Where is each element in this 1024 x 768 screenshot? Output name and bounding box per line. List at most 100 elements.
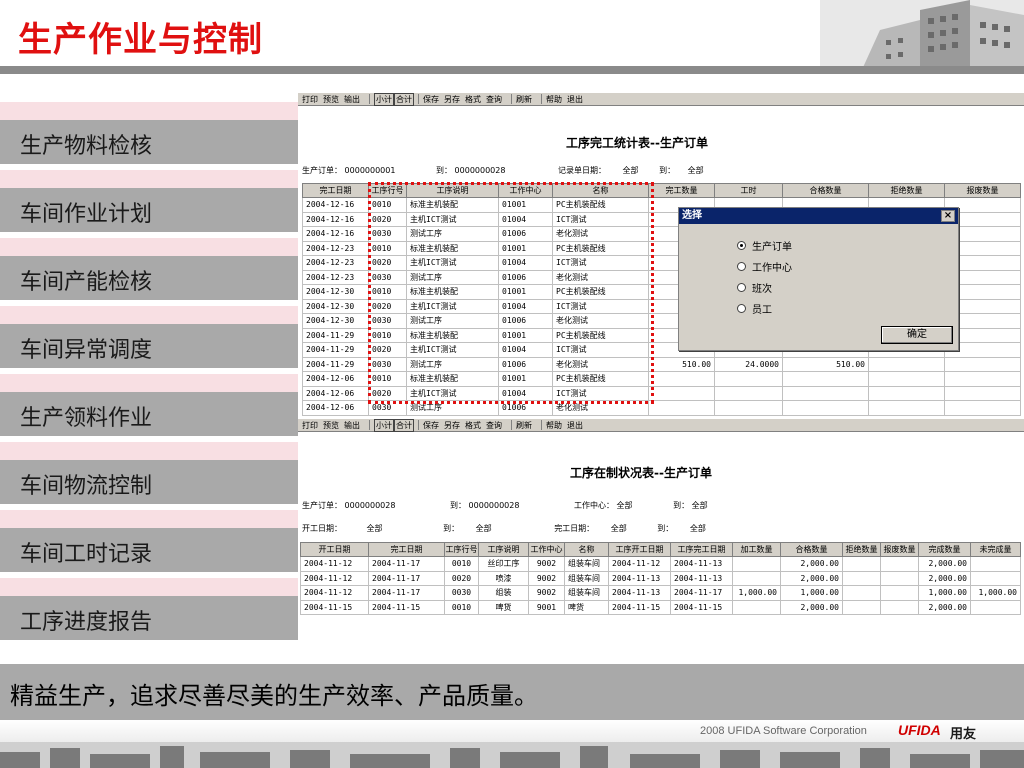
column-header[interactable]: 合格数量 bbox=[780, 542, 843, 557]
column-header[interactable]: 完工数量 bbox=[648, 183, 715, 198]
report-toolbar-top: 打印 预览 输出 小计 合计 保存 另存 格式 查询 刷新 帮助 退出 bbox=[298, 92, 1024, 106]
print-button[interactable]: 打印 bbox=[302, 420, 318, 431]
table-cell bbox=[944, 385, 1021, 401]
table-cell: 2004-12-16 bbox=[302, 211, 369, 227]
save-as-button[interactable]: 另存 bbox=[444, 94, 460, 105]
radio-employee[interactable]: 员工 bbox=[737, 301, 772, 316]
table-cell: 2,000.00 bbox=[918, 570, 971, 586]
column-header[interactable]: 工序开工日期 bbox=[608, 542, 671, 557]
table-row[interactable]: 2004-11-29 0030 测试工序 01006 老化测试 510.00 24.0000… bbox=[302, 356, 1021, 372]
help-button[interactable]: 帮助 bbox=[546, 94, 562, 105]
column-header[interactable]: 报废数量 bbox=[944, 183, 1021, 198]
table-cell: 01001 bbox=[498, 371, 553, 387]
column-header[interactable]: 名称 bbox=[564, 542, 609, 557]
column-header[interactable]: 完工日期 bbox=[302, 183, 369, 198]
print-button[interactable]: 打印 bbox=[302, 94, 318, 105]
column-header[interactable]: 名称 bbox=[552, 183, 649, 198]
table-cell: 测试工序 bbox=[406, 269, 499, 285]
sidebar-item-progress-report[interactable]: 工序进度报告 bbox=[0, 578, 298, 646]
column-header[interactable]: 报废数量 bbox=[880, 542, 919, 557]
sidebar-item-material-issue[interactable]: 生产领料作业 bbox=[0, 374, 298, 442]
column-header[interactable]: 完成数量 bbox=[918, 542, 971, 557]
refresh-button[interactable]: 刷新 bbox=[516, 94, 532, 105]
total-button[interactable]: 合计 bbox=[394, 418, 414, 432]
table-cell bbox=[648, 400, 715, 416]
column-header[interactable]: 开工日期 bbox=[300, 542, 369, 557]
table-cell bbox=[868, 400, 945, 416]
table-cell bbox=[868, 371, 945, 387]
table-row[interactable]: 2004-12-06 0010 标准主机装配 01001 PC主机装配线 bbox=[302, 371, 1021, 387]
table-cell bbox=[944, 371, 1021, 387]
preview-button[interactable]: 预览 bbox=[323, 420, 339, 431]
sidebar-item-exception-dispatch[interactable]: 车间异常调度 bbox=[0, 306, 298, 374]
column-header[interactable]: 工时 bbox=[714, 183, 783, 198]
column-header[interactable]: 拒绝数量 bbox=[842, 542, 881, 557]
export-button[interactable]: 输出 bbox=[344, 94, 360, 105]
sidebar-item-labor-hours[interactable]: 车间工时记录 bbox=[0, 510, 298, 578]
format-button[interactable]: 格式 bbox=[465, 420, 481, 431]
save-button[interactable]: 保存 bbox=[423, 420, 439, 431]
column-header[interactable]: 未完成量 bbox=[970, 542, 1021, 557]
column-header[interactable]: 工序行号 bbox=[368, 183, 407, 198]
preview-button[interactable]: 预览 bbox=[323, 94, 339, 105]
format-button[interactable]: 格式 bbox=[465, 94, 481, 105]
query-button[interactable]: 查询 bbox=[486, 420, 502, 431]
table-cell: 标准主机装配 bbox=[406, 327, 499, 343]
query-button[interactable]: 查询 bbox=[486, 94, 502, 105]
table-row[interactable]: 2004-12-06 0020 主机ICT测试 01004 ICT测试 bbox=[302, 385, 1021, 401]
sidebar-item-capacity-check[interactable]: 车间产能检核 bbox=[0, 238, 298, 306]
report2-title: 工序在制状况表--生产订单 bbox=[570, 466, 712, 480]
exit-button[interactable]: 退出 bbox=[567, 94, 583, 105]
table-row[interactable]: 2004-12-06 0030 测试工序 01006 老化测试 bbox=[302, 400, 1021, 416]
table-cell: 0010 bbox=[368, 284, 407, 300]
refresh-button[interactable]: 刷新 bbox=[516, 420, 532, 431]
subtotal-button[interactable]: 小计 bbox=[374, 418, 394, 432]
close-icon[interactable]: × bbox=[941, 210, 955, 222]
table-cell: 0020 bbox=[368, 211, 407, 227]
table-cell bbox=[944, 356, 1021, 372]
sidebar-item-logistics-control[interactable]: 车间物流控制 bbox=[0, 442, 298, 510]
table-cell bbox=[732, 599, 781, 615]
table-row[interactable]: 2004-11-12 2004-11-17 0020 喷漆 9002 组装车间 2004-1… bbox=[300, 570, 1021, 586]
table-cell: 2004-12-16 bbox=[302, 197, 369, 213]
exit-button[interactable]: 退出 bbox=[567, 420, 583, 431]
table-cell: 0010 bbox=[368, 197, 407, 213]
table-row[interactable]: 2004-11-12 2004-11-17 0010 丝印工序 9002 组装车间 2004… bbox=[300, 556, 1021, 572]
table-cell: 主机ICT测试 bbox=[406, 342, 499, 358]
column-header[interactable]: 工序说明 bbox=[478, 542, 529, 557]
total-button[interactable]: 合计 bbox=[394, 92, 414, 106]
radio-shift[interactable]: 班次 bbox=[737, 280, 772, 295]
column-header[interactable]: 加工数量 bbox=[732, 542, 781, 557]
export-button[interactable]: 输出 bbox=[344, 420, 360, 431]
sidebar-item-workshop-plan[interactable]: 车间作业计划 bbox=[0, 170, 298, 238]
column-header[interactable]: 拒绝数量 bbox=[868, 183, 945, 198]
table-cell: 2,000.00 bbox=[780, 570, 843, 586]
sidebar-item-material-check[interactable]: 生产物料检核 bbox=[0, 102, 298, 170]
column-header[interactable]: 工作中心 bbox=[498, 183, 553, 198]
table-cell: 01004 bbox=[498, 385, 553, 401]
table-cell: 2004-12-06 bbox=[302, 371, 369, 387]
table-row[interactable]: 2004-11-15 2004-11-15 0010 啤货 9001 啤货 2004-11-… bbox=[300, 599, 1021, 615]
column-header[interactable]: 工序说明 bbox=[406, 183, 499, 198]
table-cell: 0020 bbox=[444, 570, 479, 586]
save-button[interactable]: 保存 bbox=[423, 94, 439, 105]
save-as-button[interactable]: 另存 bbox=[444, 420, 460, 431]
column-header[interactable]: 完工日期 bbox=[368, 542, 445, 557]
table-cell bbox=[868, 356, 945, 372]
column-header[interactable]: 工序完工日期 bbox=[670, 542, 733, 557]
help-button[interactable]: 帮助 bbox=[546, 420, 562, 431]
column-header[interactable]: 工序行号 bbox=[444, 542, 479, 557]
report-area: 打印 预览 输出 小计 合计 保存 另存 格式 查询 刷新 帮助 退出 工序完工… bbox=[298, 92, 1024, 644]
radio-production-order[interactable]: 生产订单 bbox=[737, 238, 792, 253]
table-cell: 01006 bbox=[498, 269, 553, 285]
table-row[interactable]: 2004-11-12 2004-11-17 0030 组装 9002 组装车间 2004-1… bbox=[300, 585, 1021, 601]
table-cell: 01001 bbox=[498, 284, 553, 300]
ok-button[interactable]: 确定 bbox=[881, 326, 953, 344]
column-header[interactable]: 合格数量 bbox=[782, 183, 869, 198]
column-header[interactable]: 工作中心 bbox=[528, 542, 565, 557]
subtotal-button[interactable]: 小计 bbox=[374, 92, 394, 106]
sidebar-item-label: 车间异常调度 bbox=[20, 338, 153, 363]
radio-work-center[interactable]: 工作中心 bbox=[737, 259, 792, 274]
table-cell bbox=[944, 400, 1021, 416]
sidebar-item-label: 生产物料检核 bbox=[20, 134, 153, 159]
